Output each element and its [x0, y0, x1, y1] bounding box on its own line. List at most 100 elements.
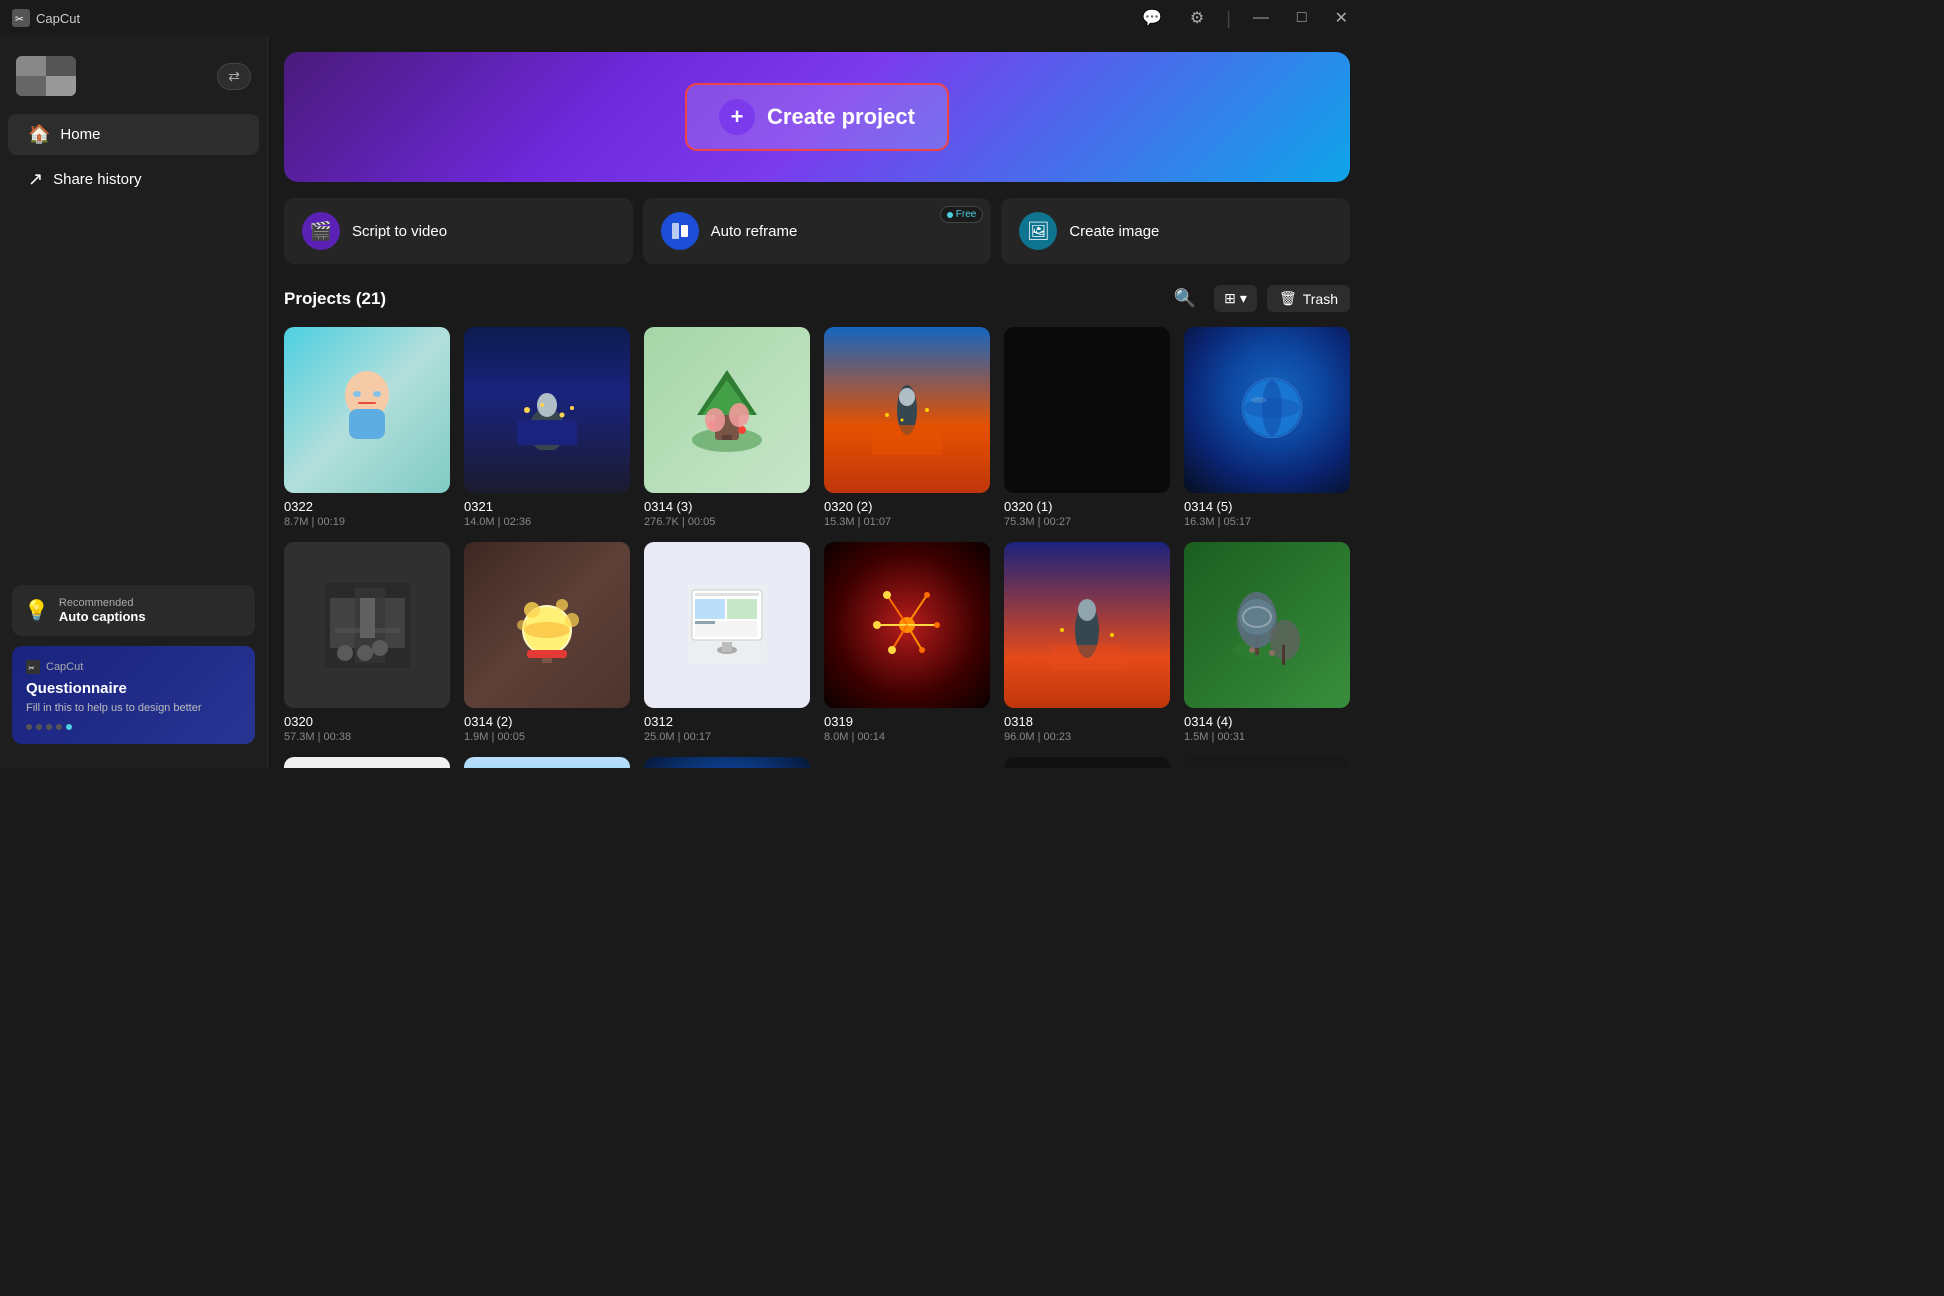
chevron-down-icon: ▾	[1240, 290, 1247, 307]
project-meta-0318: 96.0M | 00:23	[1004, 731, 1170, 743]
project-item-dark2[interactable]: 0310	[1184, 757, 1350, 768]
titlebar: ✂ CapCut 💬 ⚙ | — □ ✕	[0, 0, 1366, 36]
project-item-0314-5[interactable]: 0314 (5) 16.3M | 05:17	[1184, 327, 1350, 528]
project-name-0319: 0319	[824, 714, 990, 729]
main-content: + Create project 🎬 Script to video Auto …	[268, 36, 1366, 768]
script-to-video-icon: 🎬	[302, 212, 340, 250]
auto-reframe-icon	[661, 212, 699, 250]
svg-text:✂: ✂	[15, 14, 24, 26]
project-thumb-0314-5	[1184, 327, 1350, 493]
search-button[interactable]: 🔍	[1166, 284, 1204, 313]
auto-reframe-label: Auto reframe	[711, 223, 798, 240]
dot-4	[56, 724, 62, 730]
script-to-video-label: Script to video	[352, 223, 447, 240]
project-meta-0312: 25.0M | 00:17	[644, 731, 810, 743]
project-meta-0314-2: 1.9M | 00:05	[464, 731, 630, 743]
project-name-0314-2: 0314 (2)	[464, 714, 630, 729]
questionnaire-card[interactable]: ✂ CapCut Questionnaire Fill in this to h…	[12, 646, 255, 744]
projects-count: (21)	[356, 289, 386, 308]
project-name-0320-2: 0320 (2)	[824, 499, 990, 514]
project-item-0320-1[interactable]: 0320 (1) 75.3M | 00:27	[1004, 327, 1170, 528]
plus-circle-icon: +	[719, 99, 755, 135]
project-item-0312[interactable]: 0312 25.0M | 00:17	[644, 542, 810, 743]
project-name-0314-5: 0314 (5)	[1184, 499, 1350, 514]
project-item-0320-2[interactable]: 0320 (2) 15.3M | 01:07	[824, 327, 990, 528]
capcut-small-icon: ✂	[26, 660, 40, 674]
project-thumb-dark1	[1004, 757, 1170, 768]
sidebar-item-home[interactable]: 🏠 Home	[8, 114, 259, 155]
project-item-0322[interactable]: 0322 8.7M | 00:19	[284, 327, 450, 528]
rec-title: Auto captions	[59, 609, 146, 624]
recommendation-card[interactable]: 💡 Recommended Auto captions	[12, 585, 255, 636]
app-body: ⇄ 🏠 Home ↗ Share history 💡 Recommended A…	[0, 36, 1366, 768]
maximize-button[interactable]: □	[1291, 7, 1313, 29]
settings-icon-btn[interactable]: ⚙	[1184, 6, 1210, 30]
sidebar-item-share-history[interactable]: ↗ Share history	[8, 159, 259, 200]
dot-5	[66, 724, 72, 730]
chat-icon-btn[interactable]: 💬	[1136, 6, 1168, 30]
project-item-0314-4[interactable]: 0314 (4) 1.5M | 00:31	[1184, 542, 1350, 743]
project-meta-0320-2: 15.3M | 01:07	[824, 516, 990, 528]
project-item-earth2[interactable]: 0316	[644, 757, 810, 768]
feature-row: 🎬 Script to video Auto reframe Free 🖼	[284, 198, 1350, 264]
project-name-0314-3: 0314 (3)	[644, 499, 810, 514]
quest-brand: CapCut	[46, 661, 83, 673]
trash-button[interactable]: 🗑 Trash	[1267, 285, 1350, 312]
project-name-0321: 0321	[464, 499, 630, 514]
project-meta-0321: 14.0M | 02:36	[464, 516, 630, 528]
project-meta-0320: 57.3M | 00:38	[284, 731, 450, 743]
project-item-mountain[interactable]: 0315	[464, 757, 630, 768]
quest-title: Questionnaire	[26, 680, 241, 697]
project-thumb-0314-3	[644, 327, 810, 493]
project-item-figure[interactable]: 0317	[824, 757, 990, 768]
sidebar: ⇄ 🏠 Home ↗ Share history 💡 Recommended A…	[0, 36, 268, 768]
feature-card-script-to-video[interactable]: 🎬 Script to video	[284, 198, 633, 264]
project-item-0319[interactable]: 0319 8.0M | 00:14	[824, 542, 990, 743]
close-button[interactable]: ✕	[1329, 6, 1354, 30]
project-thumb-dark2	[1184, 757, 1350, 768]
project-thumb-0319	[824, 542, 990, 708]
trash-label: Trash	[1303, 291, 1338, 307]
home-icon: 🏠	[28, 124, 50, 145]
project-meta-0320-1: 75.3M | 00:27	[1004, 516, 1170, 528]
sidebar-item-share-history-label: Share history	[53, 171, 141, 188]
project-thumb-0314-2	[464, 542, 630, 708]
app-logo: ✂ CapCut	[12, 9, 80, 27]
project-item-dark1[interactable]: 0311	[1004, 757, 1170, 768]
project-meta-0322: 8.7M | 00:19	[284, 516, 450, 528]
project-thumb-0312	[644, 542, 810, 708]
feature-card-create-image[interactable]: 🖼 Create image	[1001, 198, 1350, 264]
create-image-label: Create image	[1069, 223, 1159, 240]
free-dot	[947, 212, 953, 218]
project-item-0314-2[interactable]: 0314 (2) 1.9M | 00:05	[464, 542, 630, 743]
project-item-0314-3[interactable]: 0314 (3) 276.7K | 00:05	[644, 327, 810, 528]
project-thumb-0321	[464, 327, 630, 493]
rec-icon: 💡	[24, 598, 49, 623]
share-history-icon: ↗	[28, 169, 43, 190]
project-item-0321[interactable]: 0321 14.0M | 02:36	[464, 327, 630, 528]
sidebar-item-home-label: Home	[60, 126, 100, 143]
avatar	[16, 56, 76, 96]
project-item-0320[interactable]: 0320 57.3M | 00:38	[284, 542, 450, 743]
feature-card-auto-reframe[interactable]: Auto reframe Free	[643, 198, 992, 264]
project-item-cat[interactable]: 🐱 0313	[284, 757, 450, 768]
dot-1	[26, 724, 32, 730]
project-meta-0314-4: 1.5M | 00:31	[1184, 731, 1350, 743]
project-thumb-0320	[284, 542, 450, 708]
quest-dots	[26, 724, 241, 730]
project-thumb-cat: 🐱	[284, 757, 450, 768]
minimize-button[interactable]: —	[1247, 7, 1275, 29]
project-item-0318[interactable]: 0318 96.0M | 00:23	[1004, 542, 1170, 743]
switch-account-button[interactable]: ⇄	[217, 63, 251, 90]
view-toggle-button[interactable]: ⊞ ▾	[1214, 285, 1257, 312]
project-meta-0314-5: 16.3M | 05:17	[1184, 516, 1350, 528]
project-thumb-0318	[1004, 542, 1170, 708]
project-thumb-0322	[284, 327, 450, 493]
create-project-button[interactable]: + Create project	[685, 83, 949, 151]
project-meta-0319: 8.0M | 00:14	[824, 731, 990, 743]
create-image-icon: 🖼	[1019, 212, 1057, 250]
project-thumb-mountain	[464, 757, 630, 768]
project-name-0318: 0318	[1004, 714, 1170, 729]
projects-header: Projects (21) 🔍 ⊞ ▾ 🗑 Trash	[284, 284, 1350, 313]
project-name-0320-1: 0320 (1)	[1004, 499, 1170, 514]
